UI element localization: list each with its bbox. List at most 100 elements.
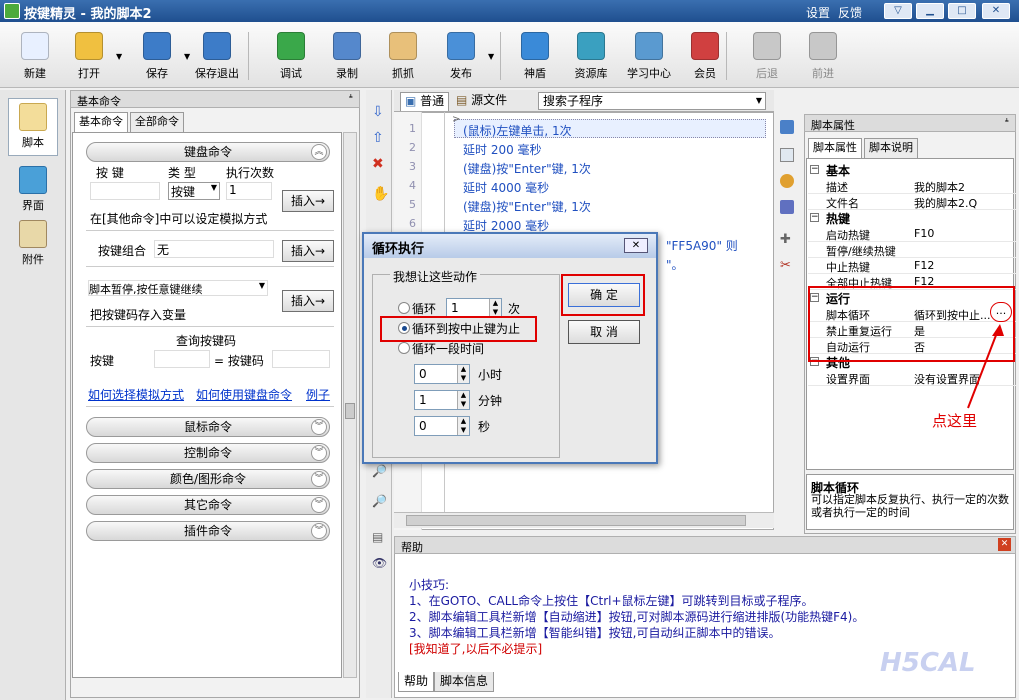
remove-tool-icon[interactable]: ✂ (780, 258, 791, 273)
pause-select[interactable]: 脚本暂停,按任意键继续 ▼ (88, 280, 268, 296)
sidebar-item-script[interactable]: 脚本 (8, 98, 58, 156)
tab-script-info[interactable]: 脚本信息 (434, 672, 495, 692)
mouse-command-group[interactable]: 鼠标命令 ︾ (86, 417, 330, 437)
spin-arrows-icon[interactable]: ▲ ▼ (489, 299, 501, 317)
tab-normal[interactable]: ▣ 普通 (400, 92, 450, 111)
tab-source[interactable]: ▤ 源文件 (452, 92, 511, 111)
dropdown-arrow-icon[interactable]: ▼ (488, 52, 494, 61)
palette-icon[interactable] (780, 174, 794, 188)
seconds-spinner[interactable]: 0 ▲ ▼ (414, 416, 470, 436)
hours-spinner[interactable]: 0 ▲ ▼ (414, 364, 470, 384)
find-icon[interactable]: 🔎 (372, 464, 387, 478)
plugin-command-group[interactable]: 插件命令 ︾ (86, 521, 330, 541)
link-example[interactable]: 例子 (306, 386, 330, 403)
collapse-icon[interactable]: ︽ (311, 144, 327, 160)
property-category[interactable]: − 基本 (808, 162, 1016, 178)
close-icon[interactable]: ✕ (998, 538, 1011, 551)
color-graphics-command-group[interactable]: 颜色/图形命令 ︾ (86, 469, 330, 489)
loop-period-radio[interactable] (398, 342, 410, 354)
scroll-thumb[interactable] (345, 403, 355, 419)
toolbar-publish-globe-button[interactable]: 发布 (432, 32, 490, 81)
spin-arrows-icon[interactable]: ▲ ▼ (457, 417, 469, 435)
cancel-button[interactable]: 取 消 (568, 320, 640, 344)
link-simulate-mode[interactable]: 如何选择模拟方式 (88, 386, 184, 403)
close-button[interactable]: ✕ (982, 3, 1010, 19)
toolbar-record-camera-button[interactable]: 录制 (318, 32, 376, 81)
expand-icon[interactable]: ︾ (311, 419, 327, 435)
key-input[interactable] (90, 182, 160, 200)
move-up-icon[interactable]: ⇧ (372, 130, 384, 146)
code-line[interactable]: 延时 4000 毫秒 (463, 179, 549, 196)
tab-script-properties[interactable]: 脚本属性 (808, 138, 862, 158)
minutes-spinner[interactable]: 1 ▲ ▼ (414, 390, 470, 410)
plugin-icon[interactable] (780, 200, 794, 214)
tab-script-description[interactable]: 脚本说明 (864, 138, 918, 158)
type-select[interactable]: 按键 ▼ (168, 182, 220, 200)
loop-count-radio[interactable] (398, 302, 410, 314)
loop-count-spinner[interactable]: 1 ▲ ▼ (446, 298, 502, 318)
link-keyboard-usage[interactable]: 如何使用键盘命令 (196, 386, 292, 403)
expand-icon[interactable]: ︾ (311, 445, 327, 461)
insert-pause-button[interactable]: 插入→ (282, 290, 334, 312)
code-hscrollbar[interactable] (394, 512, 774, 528)
move-down-icon[interactable]: ⇩ (372, 104, 384, 120)
toolbar-learning-center-button[interactable]: 学习中心 (620, 32, 678, 81)
property-category[interactable]: − 热键 (808, 210, 1016, 226)
delete-icon[interactable]: ✖ (372, 156, 384, 172)
spin-arrows-icon[interactable]: ▲ ▼ (457, 365, 469, 383)
property-row[interactable]: 启动热键 F10 (808, 226, 1016, 242)
sidebar-item-attachment[interactable]: 附件 (8, 216, 58, 274)
property-row[interactable]: 暂停/继续热键 (808, 242, 1016, 258)
settings-link[interactable]: 设置 (806, 4, 830, 21)
property-row[interactable]: 中止热键 F12 (808, 258, 1016, 274)
subroutine-search-select[interactable]: 搜索子程序 ▼ (538, 92, 766, 110)
insert-key-button[interactable]: 插入→ (282, 190, 334, 212)
tab-basic-commands[interactable]: 基本命令 (74, 112, 128, 132)
toolbar-shield-button[interactable]: 神盾 (506, 32, 564, 81)
properties-icon[interactable] (780, 120, 794, 134)
collapse-icon[interactable]: − (810, 213, 819, 222)
dropdown-window-button[interactable]: ▽ (884, 3, 912, 19)
dropdown-arrow-icon[interactable]: ▼ (116, 52, 122, 61)
code-line[interactable]: (键盘)按"Enter"键, 1次 (463, 160, 591, 177)
add-tool-icon[interactable]: ✚ (780, 232, 791, 247)
code-line[interactable]: 延时 200 毫秒 (463, 141, 542, 158)
other-command-group[interactable]: 其它命令 ︾ (86, 495, 330, 515)
toolbar-open-folder-button[interactable]: 打开 (60, 32, 118, 81)
expand-icon[interactable]: ︾ (311, 497, 327, 513)
ok-button[interactable]: 确 定 (568, 283, 640, 307)
toolbar-debug-button[interactable]: 调试 (262, 32, 320, 81)
find-replace-icon[interactable]: 🔎 (372, 494, 387, 508)
tab-help[interactable]: 帮助 (398, 672, 435, 692)
toolbar-grab-hand-button[interactable]: 抓抓 (374, 32, 432, 81)
toolbar-save-disk-button[interactable]: 保存 (128, 32, 186, 81)
spin-arrows-icon[interactable]: ▲ ▼ (457, 391, 469, 409)
property-row[interactable]: 描述 我的脚本2 (808, 178, 1016, 194)
property-row[interactable]: 文件名 我的脚本2.Q (808, 194, 1016, 210)
pin-icon[interactable]: ᗮ (1005, 116, 1009, 130)
preview-eye-icon[interactable]: 👁 (372, 556, 387, 570)
toolbar-new-document-button[interactable]: 新建 (6, 32, 64, 81)
feedback-link[interactable]: 反馈 (838, 4, 862, 21)
query-code-input[interactable] (272, 350, 330, 368)
hscroll-thumb[interactable] (406, 515, 746, 526)
maximize-button[interactable]: □ (948, 3, 976, 19)
minimize-button[interactable]: ▁ (916, 3, 944, 19)
code-line[interactable]: (键盘)按"Enter"键, 1次 (463, 198, 591, 215)
control-command-group[interactable]: 控制命令 ︾ (86, 443, 330, 463)
document-icon[interactable] (780, 148, 794, 162)
stop-hand-icon[interactable]: ✋ (372, 186, 389, 202)
count-input[interactable]: 1 (226, 182, 272, 200)
until-stop-radio[interactable] (398, 322, 410, 334)
toolbar-resource-library-button[interactable]: 资源库 (562, 32, 620, 81)
command-scrollbar[interactable] (343, 132, 357, 678)
expand-icon[interactable]: ︾ (311, 471, 327, 487)
insert-combo-button[interactable]: 插入→ (282, 240, 334, 262)
dismiss-tip-link[interactable]: [我知道了,以后不必提示] (409, 640, 542, 657)
collapse-icon[interactable]: − (810, 165, 819, 174)
key-combo-input[interactable]: 无 (154, 240, 274, 258)
page-icon[interactable]: ▤ (372, 530, 383, 544)
pin-icon[interactable]: ᗮ (349, 92, 353, 106)
query-key-input[interactable] (154, 350, 210, 368)
tab-all-commands[interactable]: 全部命令 (130, 112, 184, 132)
